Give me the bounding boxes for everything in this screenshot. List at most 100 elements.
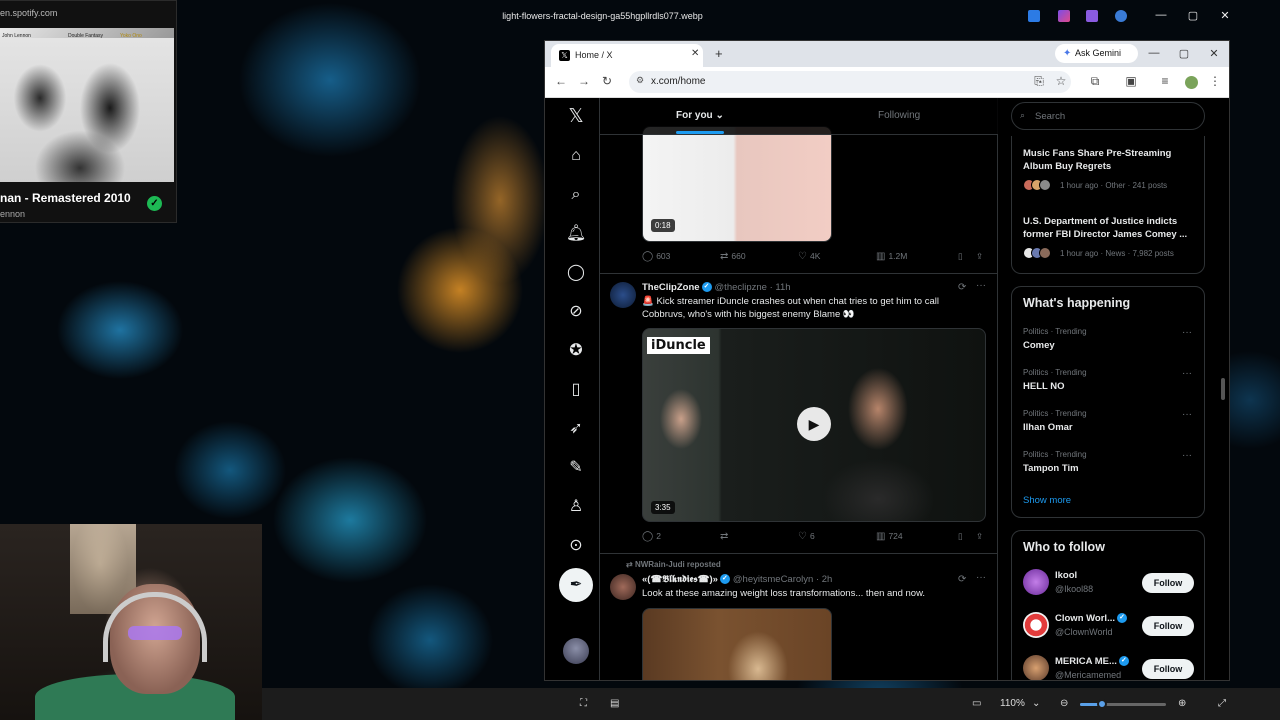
views-action[interactable]: ▥ 724	[876, 531, 903, 542]
tweet-author[interactable]: «(☎𝕭𝖑𝖐𝖓𝖉𝖎𝖊𝖘☎)» ✓ @heyitsmeCarolyn · 2h	[642, 574, 832, 585]
home-icon[interactable]: ⌂	[565, 145, 587, 167]
browser-minimize-button[interactable]: —	[1147, 47, 1161, 59]
tweet-image[interactable]	[642, 608, 832, 680]
trend-name[interactable]: Tampon Tim	[1023, 463, 1079, 474]
browser-close-button[interactable]: ✕	[1207, 47, 1221, 60]
follow-button[interactable]: Follow	[1142, 573, 1194, 593]
media-controls-icon[interactable]: ≡	[1157, 74, 1173, 88]
screenshot-icon[interactable]: ⛶	[580, 698, 587, 709]
account-avatar[interactable]	[1023, 655, 1049, 680]
bookmark-icon[interactable]: ▯	[958, 531, 963, 542]
profile-icon[interactable]: ♙	[565, 496, 587, 518]
bookmark-icon[interactable]: ▯	[958, 251, 963, 262]
close-icon[interactable]: ✕	[691, 48, 699, 59]
trend-name[interactable]: HELL NO	[1023, 381, 1065, 392]
trend-name[interactable]: Comey	[1023, 340, 1055, 351]
menu-icon[interactable]: ⋮	[1207, 74, 1223, 88]
ask-gemini-button[interactable]: ✦ Ask Gemini	[1055, 44, 1138, 63]
premium-check-icon[interactable]: ✪	[565, 340, 587, 362]
more-icon[interactable]: ⊙	[565, 535, 587, 557]
tab-search-icon[interactable]: ▣	[1123, 74, 1139, 88]
grok-icon[interactable]: ⊘	[565, 301, 587, 323]
tweet-avatar[interactable]	[610, 282, 636, 308]
zoom-level[interactable]: 110%	[1000, 698, 1025, 709]
repost-action[interactable]: ⇄ 660	[720, 251, 746, 262]
fullscreen-icon[interactable]: ⤢	[1218, 698, 1226, 709]
zoom-slider-thumb[interactable]	[1096, 699, 1107, 709]
repost-action[interactable]: ⇄	[720, 531, 731, 542]
share-icon[interactable]: ⇪	[976, 531, 983, 542]
account-name[interactable]: Ikool	[1055, 570, 1077, 581]
news-title[interactable]: U.S. Department of Justice indicts forme…	[1023, 216, 1199, 241]
grok-explain-icon[interactable]: ⟳	[958, 282, 966, 293]
tweet-author[interactable]: TheClipZone ✓ @theclipzne · 11h	[642, 282, 791, 293]
reload-icon[interactable]: ↻	[599, 74, 615, 88]
news-title[interactable]: Music Fans Share Pre-Streaming Album Buy…	[1023, 148, 1199, 173]
notifications-bell-icon[interactable]: 🔔︎	[565, 223, 587, 245]
install-app-icon[interactable]: ⎘	[1031, 74, 1047, 89]
edit-icon[interactable]	[1028, 10, 1040, 22]
more-options-icon[interactable]: ···	[976, 572, 986, 583]
back-icon[interactable]: ←	[553, 74, 569, 88]
tweet-avatar[interactable]	[610, 574, 636, 600]
reply-action[interactable]: ◯ 603	[642, 251, 670, 262]
compose-post-button[interactable]: ✒	[559, 568, 593, 602]
search-input[interactable]: ⌕ Search	[1011, 102, 1205, 130]
views-action[interactable]: ▥ 1.2M	[876, 251, 907, 262]
copilot-icon[interactable]	[1058, 10, 1070, 22]
follow-button[interactable]: Follow	[1142, 659, 1194, 679]
zoom-out-icon[interactable]: ⊖	[1060, 698, 1068, 709]
bookmarks-icon[interactable]: ▯	[565, 379, 587, 401]
extensions-icon[interactable]: ⧉	[1087, 74, 1103, 89]
like-action[interactable]: ♡ 4K	[798, 251, 820, 262]
profile-avatar[interactable]	[1185, 76, 1198, 89]
account-name[interactable]: MERICA ME... ✓	[1055, 656, 1129, 667]
show-more-link[interactable]: Show more	[1023, 495, 1071, 506]
more-options-icon[interactable]: ···	[1182, 368, 1192, 379]
more-options-icon[interactable]: ···	[1182, 327, 1192, 338]
follow-button[interactable]: Follow	[1142, 616, 1194, 636]
explore-search-icon[interactable]: ⌕	[565, 184, 587, 206]
tweet-video[interactable]: 0:18	[642, 126, 832, 242]
chevron-down-icon[interactable]: ⌄	[1032, 698, 1040, 709]
grok-explain-icon[interactable]: ⟳	[958, 574, 966, 585]
viewer-close-button[interactable]: ✕	[1218, 9, 1232, 22]
zoom-in-icon[interactable]: ⊕	[1178, 698, 1186, 709]
page-scrollbar[interactable]	[1221, 378, 1225, 400]
tweet[interactable]: ⇄ NWRain-Judi reposted «(☎𝕭𝖑𝖐𝖓𝖉𝖎𝖊𝖘☎)» ✓ @h…	[600, 554, 998, 680]
bookmark-star-icon[interactable]: ☆	[1053, 74, 1069, 88]
forward-icon[interactable]: →	[576, 74, 592, 88]
account-name[interactable]: Clown Worl... ✓	[1055, 613, 1127, 624]
like-action[interactable]: ♡ 6	[798, 531, 815, 542]
new-tab-button[interactable]: +	[715, 46, 723, 61]
tab-for-you[interactable]: For you ⌄	[676, 110, 724, 121]
text-scan-icon[interactable]: ▤	[610, 698, 619, 709]
browser-tab[interactable]: 𝕏 Home / X ✕	[551, 44, 703, 67]
onedrive-icon[interactable]	[1115, 10, 1127, 22]
account-avatar[interactable]	[1023, 569, 1049, 595]
address-bar[interactable]: ⚙ x.com/home	[629, 71, 1071, 93]
play-button[interactable]: ▶	[797, 407, 831, 441]
viewer-minimize-button[interactable]: —	[1154, 9, 1168, 21]
x-logo-icon[interactable]: 𝕏	[565, 106, 587, 128]
zoom-slider[interactable]	[1080, 699, 1166, 709]
browser-maximize-button[interactable]: ▢	[1177, 47, 1191, 60]
site-settings-icon[interactable]: ⚙	[636, 75, 644, 86]
viewer-maximize-button[interactable]: ▢	[1186, 9, 1200, 22]
share-icon[interactable]: ⇪	[976, 251, 983, 262]
fit-window-icon[interactable]: ▭	[972, 698, 981, 709]
account-avatar[interactable]	[1023, 612, 1049, 638]
more-options-icon[interactable]: ···	[976, 280, 986, 291]
account-avatar[interactable]	[563, 638, 589, 664]
tweet-video[interactable]: iDuncle ▶ 3:35	[642, 328, 986, 522]
more-options-icon[interactable]: ···	[1182, 450, 1192, 461]
check-icon[interactable]: ✓	[147, 196, 162, 211]
more-options-icon[interactable]: ···	[1182, 409, 1192, 420]
articles-icon[interactable]: ✎	[565, 457, 587, 479]
tweet[interactable]: TheClipZone ✓ @theclipzne · 11h ⟳ ··· 🚨 Ki…	[600, 274, 998, 554]
trend-name[interactable]: Ilhan Omar	[1023, 422, 1073, 433]
tab-following[interactable]: Following	[878, 110, 920, 121]
messages-icon[interactable]: ◯	[565, 262, 587, 284]
rocket-icon[interactable]: ➶	[565, 418, 587, 440]
reply-action[interactable]: ◯ 2	[642, 531, 661, 542]
